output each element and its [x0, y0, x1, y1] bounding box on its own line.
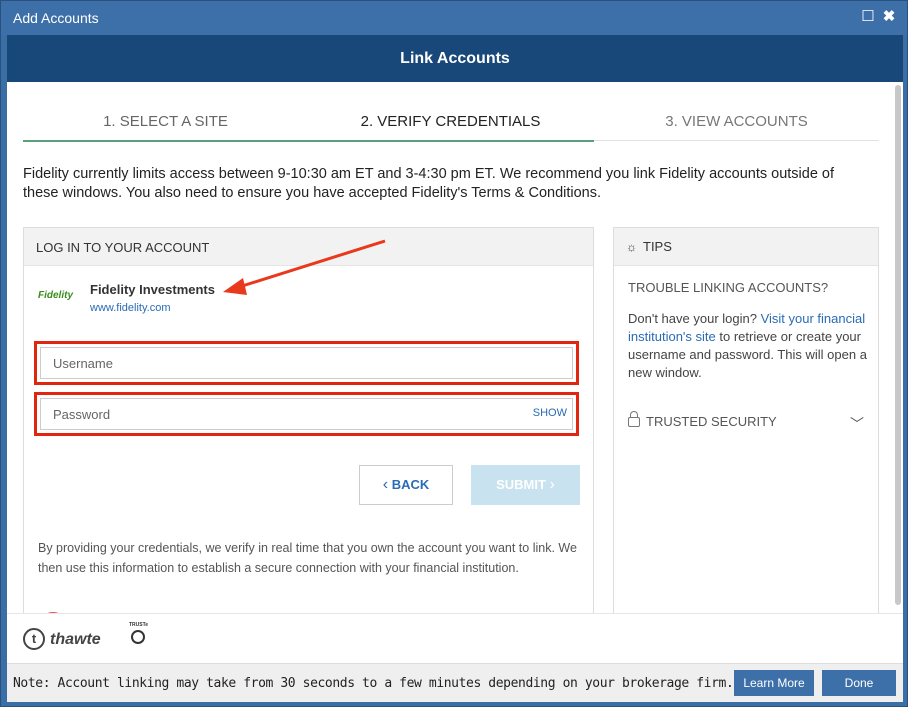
back-button-label: BACK [391, 477, 430, 492]
password-highlight: SHOW [34, 392, 579, 436]
done-button[interactable]: Done [822, 670, 896, 696]
chevron-left-icon: ‹ [382, 476, 389, 493]
institution-url[interactable]: www.fidelity.com [90, 302, 170, 314]
footer-bar: Note: Account linking may take from 30 s… [7, 663, 903, 702]
truste-seal-icon [131, 630, 145, 644]
page-title: Link Accounts [400, 50, 510, 67]
back-button[interactable]: ‹ BACK [359, 465, 453, 505]
tips-text-before: Don't have your login? [628, 311, 761, 326]
institution-info: Fidelity Fidelity Investments www.fideli… [36, 280, 336, 320]
username-highlight [34, 341, 579, 385]
access-notice: Fidelity currently limits access between… [23, 166, 835, 201]
lightbulb-icon: ☼ [626, 240, 637, 254]
thawte-mark: t [23, 628, 45, 650]
chevron-right-icon: › [549, 476, 555, 493]
step-view-accounts: 3. VIEW ACCOUNTS [665, 113, 808, 130]
password-input[interactable] [40, 398, 573, 430]
login-panel-heading: LOG IN TO YOUR ACCOUNT [24, 228, 593, 266]
tips-heading: ☼ TIPS [614, 228, 878, 266]
scrollbar[interactable] [895, 85, 901, 605]
submit-button[interactable]: SUBMIT › [471, 465, 580, 505]
learn-more-button[interactable]: Learn More [734, 670, 814, 696]
tips-text: Don't have your login? Visit your financ… [628, 310, 868, 382]
close-icon[interactable]: ✖ [881, 8, 897, 26]
dialog-content: Link Accounts 1. SELECT A SITE 2. VERIFY… [7, 35, 903, 702]
step-select-site: 1. SELECT A SITE [103, 113, 228, 130]
chevron-down-icon: ﹀ [850, 416, 864, 432]
maximize-icon[interactable]: ☐ [860, 8, 876, 26]
submit-button-label: SUBMIT [496, 477, 546, 492]
login-panel: LOG IN TO YOUR ACCOUNT Fidelity Fidelity… [23, 227, 594, 622]
title-bar: Add Accounts ☐ ✖ [1, 1, 907, 35]
step-progress-line [23, 140, 594, 142]
username-input[interactable] [40, 347, 573, 379]
fidelity-logo: Fidelity [38, 290, 74, 301]
footer-note: Note: Account linking may take from 30 s… [13, 676, 734, 691]
truste-logo: TRUSTe [129, 622, 149, 652]
institution-name: Fidelity Investments [90, 282, 215, 297]
step-tabs: 1. SELECT A SITE 2. VERIFY CREDENTIALS 3… [23, 105, 879, 142]
thawte-wordmark: thawte [50, 631, 101, 648]
window-title: Add Accounts [13, 10, 99, 26]
tips-panel: ☼ TIPS TROUBLE LINKING ACCOUNTS? Don't ha… [613, 227, 879, 622]
trouble-heading: TROUBLE LINKING ACCOUNTS? [628, 280, 829, 295]
add-accounts-window: Add Accounts ☐ ✖ Link Accounts 1. SELECT… [0, 0, 908, 707]
tips-heading-label: TIPS [643, 239, 672, 254]
truste-wordmark: TRUSTe [129, 622, 149, 628]
lock-icon [628, 411, 640, 427]
credentials-disclaimer: By providing your credentials, we verify… [38, 541, 577, 575]
show-password-button[interactable]: SHOW [533, 407, 567, 419]
step-verify-credentials: 2. VERIFY CREDENTIALS [360, 113, 541, 130]
security-logos: t thawte TRUSTe [7, 613, 903, 663]
link-accounts-header: Link Accounts [7, 35, 903, 82]
thawte-logo: t thawte [23, 628, 123, 652]
trusted-security-label: TRUSTED SECURITY [646, 414, 777, 429]
trusted-security-toggle[interactable]: TRUSTED SECURITY ﹀ [628, 411, 864, 434]
